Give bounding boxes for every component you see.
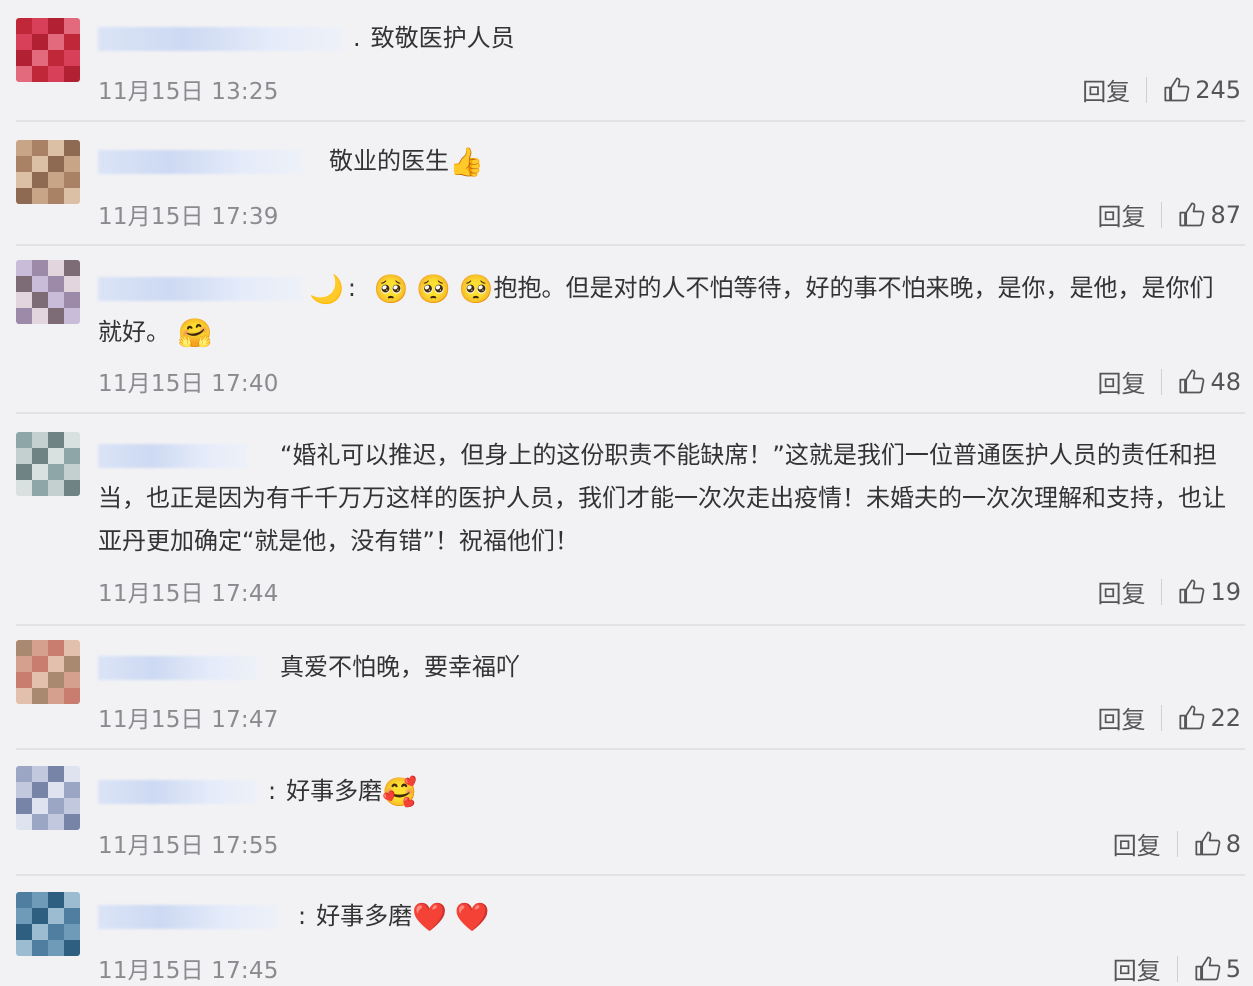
reply-button[interactable]: 回复: [1113, 951, 1161, 986]
comment-item: 🌙: 🥺 🥺 🥺抱抱。但是对的人不怕等待，好的事不怕来晚，是你，是他，是你们就好…: [16, 246, 1245, 414]
comment-actions: 回复 5: [1113, 951, 1241, 986]
thumbs-up-icon: [1195, 830, 1221, 855]
comment-text: 敬业的医生👍: [98, 140, 1229, 184]
comment-actions: 回复 22: [1097, 700, 1241, 735]
like-count: 48: [1210, 367, 1241, 396]
divider: [1176, 830, 1178, 857]
thumbs-up-icon: [1164, 76, 1190, 101]
red-heart-emoji: ❤️: [412, 900, 447, 934]
like-button[interactable]: 19: [1178, 578, 1241, 606]
comment-actions: 回复 87: [1097, 197, 1241, 232]
username[interactable]: [98, 656, 258, 680]
comment-text: : 好事多磨❤️ ❤️: [98, 895, 1229, 939]
thumbs-up-emoji: 👍: [449, 145, 484, 179]
hug-emoji: 🤗: [177, 316, 213, 349]
comment-text: 真爱不怕晚，要幸福吖: [98, 646, 1229, 689]
username[interactable]: [98, 905, 278, 929]
comment-actions: 回复 245: [1082, 72, 1241, 107]
divider: [1161, 704, 1163, 731]
comment-time: 11月15日 17:45: [98, 958, 279, 984]
moon-emoji: 🌙: [309, 272, 344, 306]
comment-actions: 回复 8: [1113, 826, 1241, 861]
thumbs-up-icon: [1179, 201, 1205, 226]
comment-text: “婚礼可以推迟，但身上的这份职责不能缺席！”这就是我们一位普通医护人员的责任和担…: [98, 441, 1226, 555]
like-button[interactable]: 22: [1178, 704, 1241, 732]
username[interactable]: [98, 277, 303, 301]
username[interactable]: [98, 150, 303, 174]
reply-button[interactable]: 回复: [1097, 197, 1145, 232]
avatar[interactable]: [16, 766, 80, 830]
comment-time: 11月15日 17:44: [98, 581, 279, 607]
like-button[interactable]: 245: [1163, 76, 1241, 104]
reply-button[interactable]: 回复: [1097, 574, 1145, 609]
like-button[interactable]: 8: [1194, 830, 1241, 858]
like-button[interactable]: 5: [1194, 955, 1241, 983]
red-heart-emoji: ❤️: [454, 900, 490, 934]
comment-text: : 好事多磨🥰: [98, 770, 1229, 814]
comment-time: 11月15日 13:25: [98, 79, 279, 105]
username[interactable]: [98, 27, 343, 51]
like-count: 22: [1210, 703, 1241, 732]
comment-text: . 致敬医护人员: [98, 17, 1229, 60]
comment-actions: 回复 19: [1097, 574, 1241, 609]
comment-time: 11月15日 17:55: [98, 833, 279, 859]
like-button[interactable]: 48: [1178, 368, 1241, 396]
divider: [1161, 578, 1163, 605]
comment-item: : 好事多磨❤️ ❤️ 11月15日 17:45 回复 5: [16, 876, 1245, 985]
reply-button[interactable]: 回复: [1082, 72, 1130, 107]
username[interactable]: [98, 444, 248, 468]
like-count: 87: [1210, 200, 1241, 229]
divider: [1161, 201, 1163, 228]
comment-time: 11月15日 17:39: [98, 204, 279, 230]
like-button[interactable]: 87: [1178, 201, 1241, 229]
username[interactable]: [98, 780, 258, 804]
avatar[interactable]: [16, 140, 80, 204]
thumbs-up-icon: [1179, 368, 1205, 393]
pleading-face-emoji: 🥺: [416, 272, 451, 306]
avatar[interactable]: [16, 640, 80, 704]
comment-item: “婚礼可以推迟，但身上的这份职责不能缺席！”这就是我们一位普通医护人员的责任和担…: [16, 414, 1245, 626]
divider: [1146, 76, 1148, 103]
avatar[interactable]: [16, 260, 80, 324]
smiling-face-hearts-emoji: 🥰: [382, 775, 417, 809]
avatar[interactable]: [16, 432, 80, 496]
like-count: 19: [1210, 577, 1241, 606]
divider: [1176, 955, 1178, 982]
comment-item: . 致敬医护人员 11月15日 13:25 回复 245: [16, 0, 1245, 122]
like-count: 8: [1225, 829, 1241, 858]
like-count: 245: [1195, 75, 1241, 104]
comment-actions: 回复 48: [1097, 364, 1241, 399]
like-count: 5: [1225, 954, 1241, 983]
comment-item: 敬业的医生👍 11月15日 17:39 回复 87: [16, 122, 1245, 246]
pleading-face-emoji: 🥺: [458, 272, 494, 306]
thumbs-up-icon: [1195, 955, 1221, 980]
thumbs-up-icon: [1179, 578, 1205, 603]
comment-text: 🌙: 🥺 🥺 🥺抱抱。但是对的人不怕等待，好的事不怕来晚，是你，是他，是你们就好…: [98, 272, 1214, 349]
avatar[interactable]: [16, 18, 80, 82]
comment-item: 真爱不怕晚，要幸福吖 11月15日 17:47 回复 22: [16, 626, 1245, 750]
reply-button[interactable]: 回复: [1113, 826, 1161, 861]
reply-button[interactable]: 回复: [1097, 700, 1145, 735]
thumbs-up-icon: [1179, 704, 1205, 729]
comment-time: 11月15日 17:40: [98, 371, 279, 397]
divider: [1161, 368, 1163, 395]
comment-item: : 好事多磨🥰 11月15日 17:55 回复 8: [16, 750, 1245, 876]
comment-time: 11月15日 17:47: [98, 707, 279, 733]
avatar[interactable]: [16, 892, 80, 956]
pleading-face-emoji: 🥺: [373, 272, 409, 306]
reply-button[interactable]: 回复: [1097, 364, 1145, 399]
